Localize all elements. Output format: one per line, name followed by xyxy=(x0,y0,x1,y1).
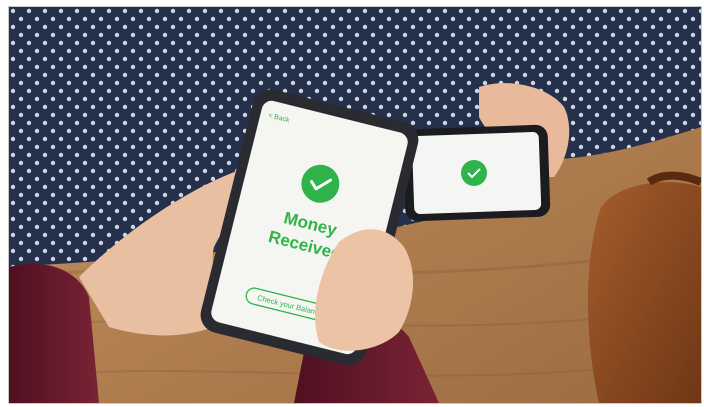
photo: < Back Money Received Check your Balance xyxy=(8,6,702,404)
scene: < Back Money Received Check your Balance xyxy=(9,7,701,403)
checkmark-icon xyxy=(461,160,487,186)
leather-bag xyxy=(587,182,701,403)
phone-secondary xyxy=(402,124,551,222)
